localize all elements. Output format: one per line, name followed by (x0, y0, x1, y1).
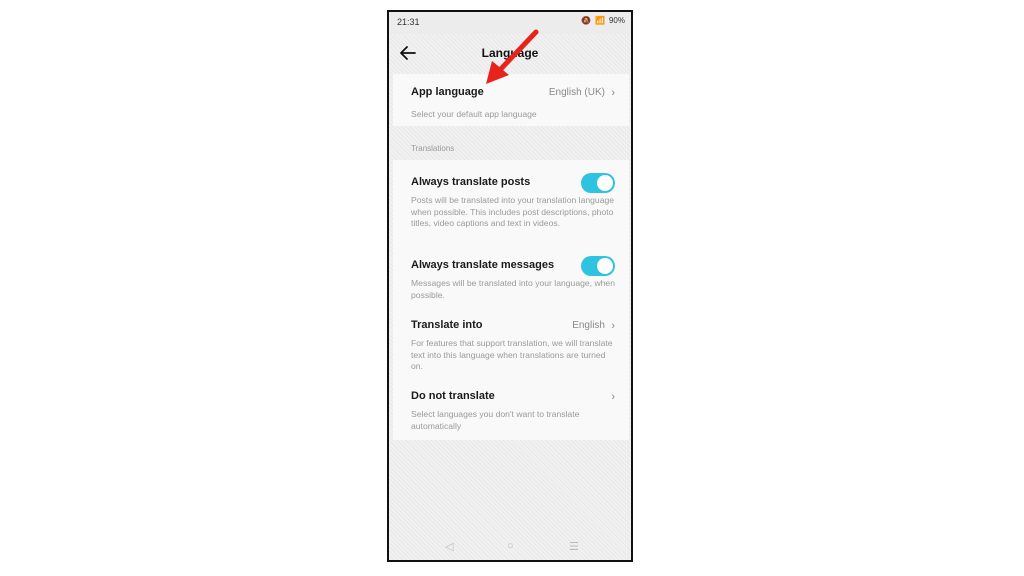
translate-into-description: For features that support translation, w… (411, 338, 613, 371)
do-not-translate-description: Select languages you don't want to trans… (411, 409, 580, 431)
chevron-right-icon: › (611, 320, 615, 332)
translations-section-label: Translations (411, 144, 455, 153)
toggle-knob (597, 258, 613, 274)
app-language-row[interactable]: App language English (UK) › Select your … (411, 86, 615, 124)
always-translate-messages-row: Always translate messages Messages will … (411, 256, 615, 309)
translate-into-title: Translate into (411, 319, 483, 331)
system-nav-bar: ◁ ○ ☰ (389, 540, 631, 554)
mute-icon: 🔕 (581, 16, 592, 25)
toggle-knob (597, 175, 613, 191)
do-not-translate-title: Do not translate (411, 390, 495, 402)
nav-home-icon[interactable]: ○ (507, 540, 514, 552)
always-translate-posts-toggle[interactable] (581, 173, 615, 193)
always-translate-messages-toggle[interactable] (581, 256, 615, 276)
nav-recent-icon[interactable]: ☰ (569, 540, 579, 553)
translate-into-row[interactable]: Translate into English › For features th… (411, 319, 615, 379)
battery-level: 90% (608, 16, 625, 25)
always-translate-posts-description: Posts will be translated into your trans… (411, 195, 615, 228)
always-translate-posts-row: Always translate posts Posts will be tra… (411, 173, 615, 246)
translations-card: Always translate posts Posts will be tra… (393, 160, 629, 440)
app-language-value: English (UK) (548, 87, 605, 98)
chevron-right-icon: › (611, 391, 615, 403)
always-translate-posts-title: Always translate posts (411, 176, 531, 188)
nav-back-icon[interactable]: ◁ (445, 540, 453, 553)
wifi-icon: 📶 (595, 16, 605, 25)
always-translate-messages-title: Always translate messages (411, 259, 555, 271)
chevron-right-icon: › (611, 87, 615, 99)
app-language-title: App language (411, 86, 484, 98)
red-arrow-icon (486, 29, 539, 84)
translate-into-value: English (572, 320, 605, 331)
status-icons: 🔕 📶 90% (581, 16, 625, 25)
app-language-description: Select your default app language (411, 109, 537, 119)
do-not-translate-row[interactable]: Do not translate › Select languages you … (411, 390, 615, 435)
status-time: 21:31 (397, 17, 420, 27)
always-translate-messages-description: Messages will be translated into your la… (411, 278, 615, 300)
phone-screen: 21:31 🔕 📶 90% Language App language Engl… (387, 10, 633, 562)
